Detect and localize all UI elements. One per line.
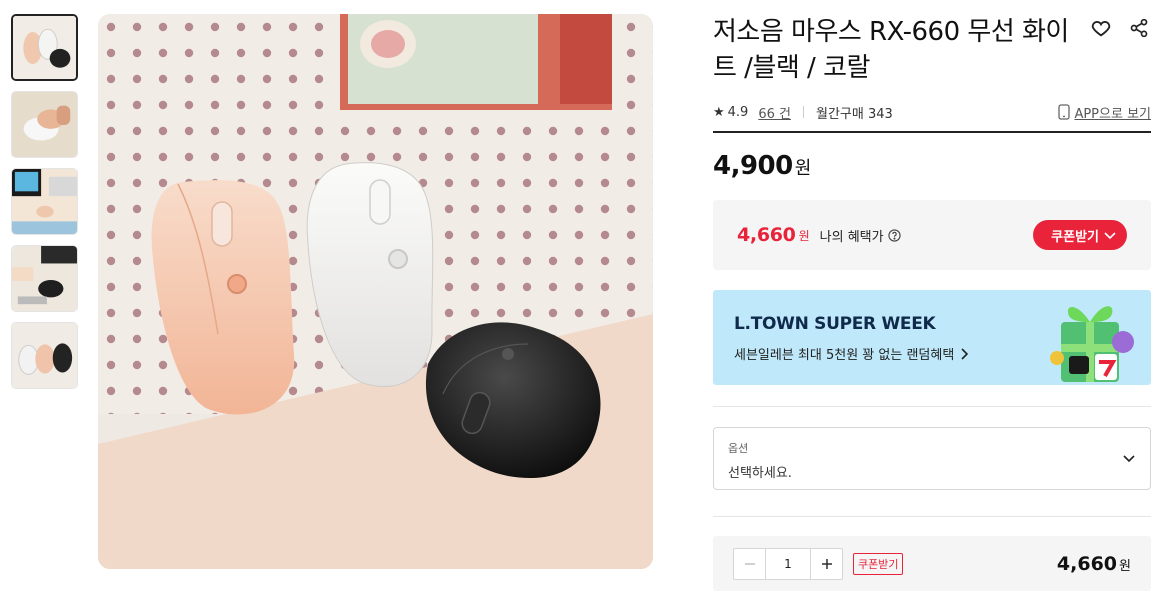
price-unit: 원	[794, 158, 812, 179]
chevron-down-icon	[1104, 232, 1116, 240]
thumbnail-5[interactable]	[11, 322, 78, 389]
product-info-panel: 저소음 마우스 RX-660 무선 화이트 /블랙 / 코랄 ★ 4.9 66 …	[713, 14, 1151, 591]
rating-value: 4.9	[727, 104, 749, 120]
minus-icon	[744, 562, 755, 565]
banner-subtitle-text: 세븐일레븐 최대 5천원 꽝 없는 랜덤혜택	[734, 348, 955, 363]
option-label: 옵션	[728, 442, 749, 455]
star-icon: ★	[713, 104, 725, 120]
decrease-quantity-button[interactable]	[734, 549, 765, 579]
product-price: 4,900 원	[713, 151, 1151, 183]
thumbnail-2[interactable]	[11, 91, 78, 158]
chevron-right-icon	[961, 347, 969, 360]
heart-icon[interactable]	[1089, 16, 1113, 40]
thumbnail-4[interactable]	[11, 245, 78, 312]
thumbnail-list	[11, 14, 78, 399]
review-count-link[interactable]: 66 건	[758, 103, 791, 122]
promo-banner[interactable]: L.TOWN SUPER WEEK 세븐일레븐 최대 5천원 꽝 없는 랜덤혜택	[713, 290, 1151, 385]
section-divider	[713, 406, 1151, 407]
banner-subtitle: 세븐일레븐 최대 5천원 꽝 없는 랜덤혜택	[734, 344, 969, 363]
meta-divider	[802, 106, 804, 118]
coupon-tag[interactable]: 쿠폰받기	[853, 552, 904, 575]
increase-quantity-button[interactable]	[811, 549, 842, 579]
app-view-link[interactable]: APP으로 보기	[1058, 103, 1151, 122]
coupon-download-button[interactable]: 쿠폰받기	[1033, 220, 1127, 250]
main-product-image[interactable]	[98, 14, 653, 569]
thumbnail-3[interactable]	[11, 168, 78, 235]
quantity-stepper: 1	[733, 547, 843, 580]
coupon-button-label: 쿠폰받기	[1051, 229, 1099, 245]
benefit-price-box: 4,660 원 나의 혜택가 쿠폰받기	[713, 200, 1151, 270]
plus-icon	[821, 558, 832, 569]
option-select[interactable]: 옵션 선택하세요.	[713, 427, 1151, 490]
product-title: 저소음 마우스 RX-660 무선 화이트 /블랙 / 코랄	[713, 17, 1069, 83]
benefit-price-unit: 원	[798, 228, 810, 243]
benefit-price: 4,660	[737, 224, 796, 246]
option-value: 선택하세요.	[728, 466, 792, 481]
share-icon[interactable]	[1127, 16, 1151, 40]
chevron-down-icon	[1123, 455, 1135, 463]
total-unit: 원	[1119, 558, 1131, 574]
title-actions	[1089, 16, 1151, 40]
benefit-label: 나의 혜택가	[819, 229, 884, 245]
product-meta: ★ 4.9 66 건 월간구매 343 APP으로 보기	[713, 102, 1151, 122]
app-view-label: APP으로 보기	[1074, 106, 1151, 122]
gift-box-illustration	[1050, 306, 1134, 382]
section-divider	[713, 516, 1151, 517]
banner-title: L.TOWN SUPER WEEK	[734, 314, 936, 334]
order-total: 4,660 원	[1057, 553, 1131, 575]
monthly-purchases: 월간구매 343	[815, 106, 893, 122]
order-summary: 1 쿠폰받기 4,660 원	[713, 536, 1151, 591]
quantity-value[interactable]: 1	[765, 548, 811, 579]
header-divider	[713, 131, 1151, 133]
question-circle-icon[interactable]	[887, 228, 901, 242]
total-value: 4,660	[1056, 552, 1118, 575]
phone-icon	[1058, 104, 1071, 120]
thumbnail-1[interactable]	[11, 14, 78, 81]
price-value: 4,900	[713, 151, 793, 181]
